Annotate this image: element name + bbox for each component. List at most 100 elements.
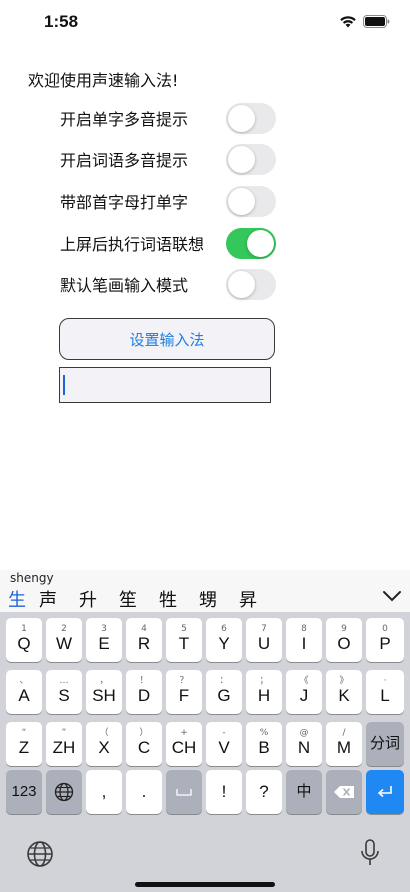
setting-label: 开启词语多音提示 [60,151,189,170]
key-w[interactable]: 2W [46,618,82,662]
space-icon [176,789,192,796]
chevron-down-icon[interactable] [382,588,402,604]
text-caret [63,375,65,395]
toggle-single-char-polyphone[interactable] [226,102,276,134]
candidate-item[interactable]: 昇 [228,586,268,612]
key-label: H [257,685,271,705]
key-label: G [217,685,231,705]
toggle-knob [228,187,255,215]
key-label: V [218,737,230,757]
delete-key[interactable] [326,770,362,814]
key-label: U [257,633,271,653]
key-z[interactable]: “Z [6,722,42,766]
period-key[interactable]: . [126,770,162,814]
backspace-icon [334,786,354,798]
key-u[interactable]: 7U [246,618,282,662]
toggle-word-association[interactable] [226,227,276,259]
candidate-item[interactable]: 牲 [148,586,188,612]
key-g[interactable]: ： G [206,670,242,714]
key-p[interactable]: 0P [366,618,404,662]
key-b[interactable]: % B [246,722,282,766]
key-label: 中 [296,782,312,800]
key-label: O [337,633,351,653]
space-key[interactable] [166,770,202,814]
globe-icon [54,782,74,802]
key-v[interactable]: -V [206,722,242,766]
key-f[interactable]: ？ F [166,670,202,714]
key-i[interactable]: 8I [286,618,322,662]
key-m[interactable]: / M [326,722,362,766]
key-j[interactable]: 《 J [286,670,322,714]
question-key[interactable]: ? [246,770,282,814]
key-n[interactable]: @ N [286,722,322,766]
key-x[interactable]: （X [86,722,122,766]
setting-label: 带部首字母打单字 [60,193,189,212]
key-h[interactable]: ； H [246,670,282,714]
candidate-bar: shengy 生 声 升 笙 牲 甥 昇 [0,570,410,612]
key-sh[interactable]: ， SH [86,670,122,714]
key-label: R [137,633,151,653]
chinese-mode-key[interactable]: 中 [286,770,322,814]
key-label: A [18,685,30,705]
key-label: F [178,685,190,705]
key-k[interactable]: 》 K [326,670,362,714]
key-a[interactable]: 、 A [6,670,42,714]
key-d[interactable]: ！ D [126,670,162,714]
key-label: E [98,633,110,653]
key-label: D [137,685,151,705]
setting-label: 默认笔画输入模式 [60,276,189,295]
microphone-icon[interactable] [360,838,380,868]
numbers-key[interactable]: 123 [6,770,42,814]
key-c[interactable]: ） C [126,722,162,766]
key-label: 分词 [369,734,400,752]
key-label: T [178,633,190,653]
globe-icon[interactable] [26,840,54,868]
exclaim-key[interactable]: ! [206,770,242,814]
status-time: 1:58 [44,12,79,31]
setting-row-radical-letter: 带部首字母打单字 [60,184,276,218]
toggle-knob [228,145,255,173]
key-ch[interactable]: + CH [166,722,202,766]
text-input-field[interactable] [59,367,271,403]
key-l[interactable]: · L [366,670,404,714]
candidate-item[interactable]: 声 [28,586,68,612]
key-q[interactable]: 1Q [6,618,42,662]
comma-key[interactable]: , [86,770,122,814]
key-r[interactable]: 4R [126,618,162,662]
key-zh[interactable]: ” ZH [46,722,82,766]
pinyin-composition: shengy [10,571,54,585]
word-segment-key[interactable]: 分词 [366,722,404,766]
key-label: W [55,633,73,653]
key-label: C [137,737,151,757]
wifi-icon [340,16,356,28]
key-t[interactable]: 5T [166,618,202,662]
key-label: CH [171,737,197,757]
candidate-item[interactable]: 笙 [108,586,148,612]
toggle-word-polyphone[interactable] [226,143,276,175]
toggle-radical-letter[interactable] [226,185,276,217]
key-e[interactable]: 3E [86,618,122,662]
return-key[interactable] [366,770,404,814]
key-label: B [258,737,270,757]
key-s[interactable]: … S [46,670,82,714]
key-label: Q [17,633,31,653]
key-label: ! [221,781,227,801]
toggle-knob [228,270,255,298]
candidate-item[interactable]: 甥 [188,586,228,612]
emoji-key[interactable] [46,770,82,814]
toggle-knob [228,104,255,132]
key-y[interactable]: 6Y [206,618,242,662]
setup-input-method-button[interactable]: 设置输入法 [59,318,275,360]
key-label: J [299,685,309,705]
screen: 1:58 欢迎使用声速输入法! 开启单字多音提示 开启词语多音提示 带部首字母打… [0,0,410,892]
key-label: Y [218,633,230,653]
key-label: I [301,633,307,653]
key-o[interactable]: 9O [326,618,362,662]
key-label: X [98,737,110,757]
key-label: 123 [11,782,37,800]
key-label: Z [18,737,30,757]
candidate-item[interactable]: 升 [68,586,108,612]
toggle-stroke-mode[interactable] [226,268,276,300]
candidate-item[interactable]: 生 [8,586,28,612]
key-label: . [141,781,147,801]
